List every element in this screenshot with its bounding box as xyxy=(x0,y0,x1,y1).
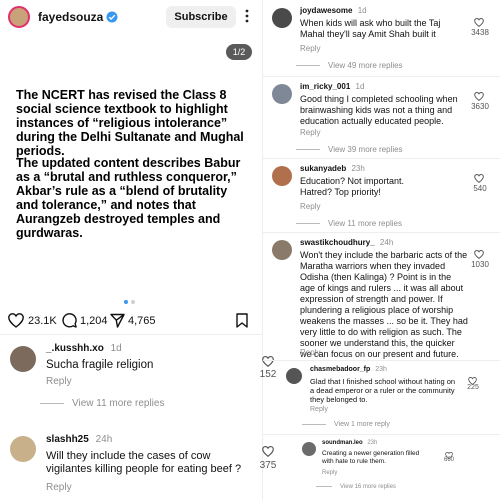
save-icon[interactable] xyxy=(236,313,248,328)
comment-text: Good thing I completed schooling when br… xyxy=(300,94,458,126)
comment-count: 1,204 xyxy=(80,315,108,327)
view-replies-label: View 39 more replies xyxy=(328,145,403,154)
reply-button[interactable]: Reply xyxy=(300,128,320,137)
view-replies-button[interactable]: View 49 more replies xyxy=(296,61,403,70)
comment-like-count: 225 xyxy=(467,384,479,391)
post-paragraph-2: The updated content describes Babur as a… xyxy=(16,156,241,240)
view-replies-label: View 11 more replies xyxy=(328,219,402,228)
comment-time: 24h xyxy=(95,434,113,445)
verified-icon xyxy=(106,10,118,23)
comment-like-count: 1030 xyxy=(471,260,489,269)
view-replies-label: View 11 more replies xyxy=(72,398,165,409)
section-divider xyxy=(263,76,500,77)
comment-like-icon[interactable] xyxy=(474,170,484,184)
comment-time: 24h xyxy=(379,238,394,247)
comment-header: swastikchoudhury_ 24h xyxy=(300,238,393,247)
view-replies-button[interactable]: View 39 more replies xyxy=(296,145,403,154)
commenter-avatar[interactable] xyxy=(272,84,292,104)
commenter-avatar[interactable] xyxy=(10,436,36,462)
section-divider xyxy=(263,158,500,159)
comment-username[interactable]: soundman.leo xyxy=(322,440,363,446)
comment-text: Sucha fragile religion xyxy=(46,359,154,371)
share-count: 4,765 xyxy=(128,315,156,327)
comment-header: sukanyadeb 23h xyxy=(300,164,365,173)
comment-text: Will they include the cases of cow vigil… xyxy=(46,450,242,475)
comment-username[interactable]: chasmebadoor_fp xyxy=(310,366,370,373)
comment-username[interactable]: im_ricky_001 xyxy=(300,82,350,91)
share-icon[interactable] xyxy=(110,313,125,328)
commenter-avatar[interactable] xyxy=(286,368,302,384)
comment-username[interactable]: _.kusshh.xo xyxy=(46,343,104,354)
comment-time: 23h xyxy=(375,366,387,373)
view-replies-button[interactable]: View 11 more replies xyxy=(40,398,164,409)
comment-like-icon[interactable] xyxy=(474,246,484,260)
comment-like-icon[interactable] xyxy=(474,14,484,28)
comment-text: When kids will ask who built the Taj Mah… xyxy=(300,18,441,39)
comment-like-count: 660 xyxy=(443,457,454,463)
comment-header: slashh25 24h xyxy=(46,434,112,445)
comment-text: Won't they include the barbaric acts of … xyxy=(300,250,468,359)
comment-header: soundman.leo 23h xyxy=(322,440,377,446)
reply-button[interactable]: Reply xyxy=(310,406,328,413)
commenter-avatar[interactable] xyxy=(302,442,316,456)
section-divider xyxy=(263,360,500,361)
panel-divider xyxy=(262,0,263,500)
comment-time: 1d xyxy=(357,6,367,15)
post-paragraph-1: The NCERT has revised the Class 8 social… xyxy=(16,88,244,158)
post-image[interactable]: 1/2 The NCERT has revised the Class 8 so… xyxy=(0,34,262,302)
view-replies-label: View 49 more replies xyxy=(328,61,403,70)
comment-header: joydawesome 1d xyxy=(300,6,367,15)
reply-button[interactable]: Reply xyxy=(300,44,320,53)
comment-username[interactable]: slashh25 xyxy=(46,434,89,445)
commenter-avatar[interactable] xyxy=(272,8,292,28)
comment-like-icon[interactable] xyxy=(468,372,477,386)
comment-header: _.kusshh.xo 1d xyxy=(46,343,122,354)
comment-time: 23h xyxy=(351,164,365,173)
comment-icon[interactable] xyxy=(62,313,77,328)
reply-button[interactable]: Reply xyxy=(300,348,320,357)
comment-time: 23h xyxy=(367,440,378,446)
comment-like-count: 375 xyxy=(259,460,277,471)
comment-like-count: 3630 xyxy=(471,102,489,111)
commenter-avatar[interactable] xyxy=(272,166,292,186)
comment-time: 1d xyxy=(110,343,122,354)
view-replies-button[interactable]: View 16 more replies xyxy=(316,484,396,490)
comment-text: Glad that I finished school without hati… xyxy=(310,377,456,404)
view-replies-button[interactable]: View 1 more reply xyxy=(302,421,390,428)
like-icon[interactable] xyxy=(8,313,24,328)
comment-header: im_ricky_001 1d xyxy=(300,82,364,91)
comment-header: chasmebadoor_fp 23h xyxy=(310,366,387,373)
comment-like-icon[interactable] xyxy=(474,88,484,102)
comment-text: Creating a newer generation filled with … xyxy=(322,450,420,465)
reply-button[interactable]: Reply xyxy=(46,482,72,493)
post-avatar[interactable] xyxy=(8,6,30,28)
reply-button[interactable]: Reply xyxy=(322,470,337,476)
reply-button[interactable]: Reply xyxy=(46,376,72,387)
comment-like-icon[interactable] xyxy=(445,446,453,460)
comment-like-icon[interactable] xyxy=(262,444,274,458)
page-indicator: 1/2 xyxy=(226,44,252,60)
comment-like-count: 540 xyxy=(473,184,487,193)
comment-like-count: 3438 xyxy=(471,28,489,37)
subscribe-button[interactable]: Subscribe xyxy=(166,6,236,28)
comment-like-count: 152 xyxy=(259,369,277,380)
comment-username[interactable]: joydawesome xyxy=(300,6,352,15)
view-replies-label: View 16 more replies xyxy=(340,484,396,490)
section-divider xyxy=(263,232,500,233)
more-options-icon[interactable] xyxy=(244,8,250,24)
comment-username[interactable]: sukanyadeb xyxy=(300,164,346,173)
carousel-dots xyxy=(124,300,138,304)
view-replies-button[interactable]: View 11 more replies xyxy=(296,219,402,228)
view-replies-label: View 1 more reply xyxy=(334,421,390,428)
section-divider xyxy=(263,434,500,435)
comment-username[interactable]: swastikchoudhury_ xyxy=(300,238,375,247)
section-divider xyxy=(0,334,262,335)
comment-time: 1d xyxy=(355,82,365,91)
like-count: 23.1K xyxy=(28,315,57,327)
commenter-avatar[interactable] xyxy=(10,346,36,372)
commenter-avatar[interactable] xyxy=(272,240,292,260)
post-username[interactable]: fayedsouza xyxy=(38,10,103,24)
comment-text: Education? Not important. Hatred? Top pr… xyxy=(300,176,405,197)
reply-button[interactable]: Reply xyxy=(300,202,320,211)
